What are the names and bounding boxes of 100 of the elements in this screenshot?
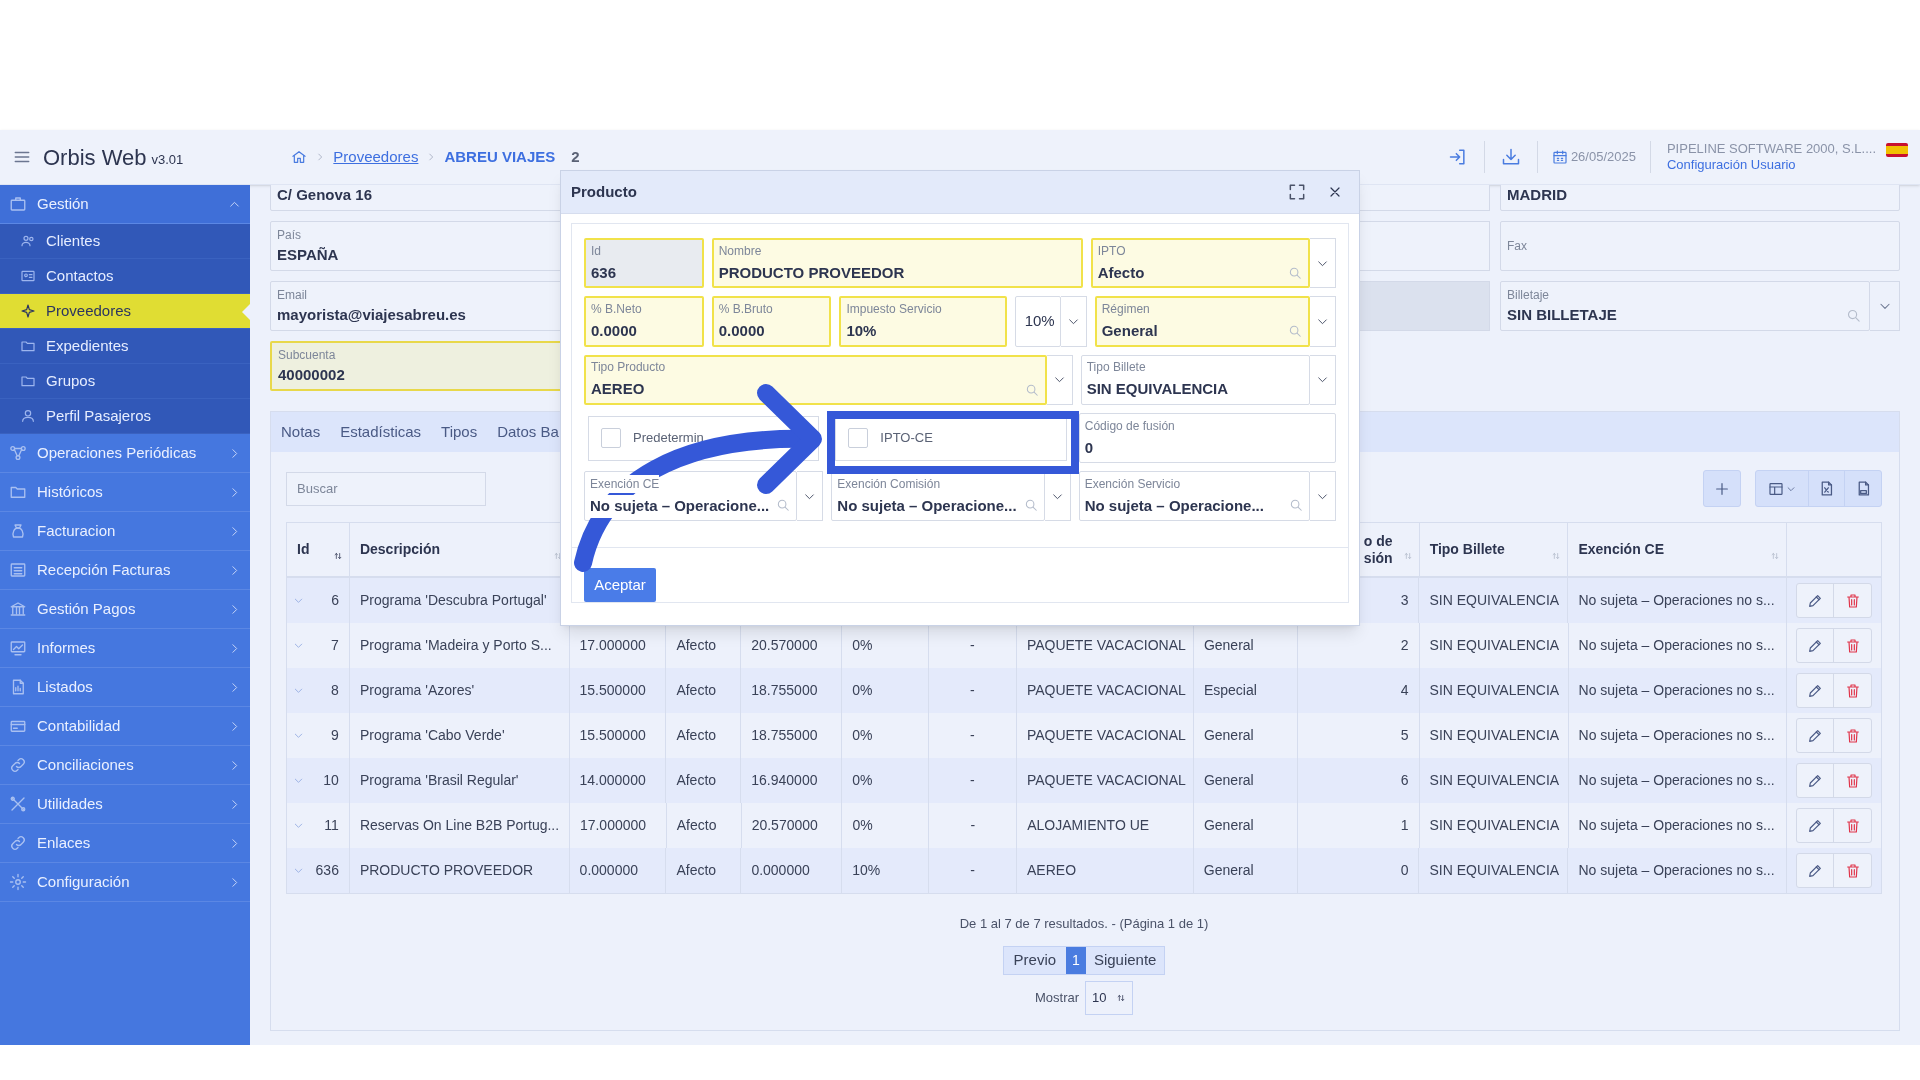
input-field[interactable]: Código de fusión 0 bbox=[1078, 412, 1336, 464]
home-icon[interactable] bbox=[291, 149, 308, 165]
input-field[interactable]: Exención Comisión No sujeta – Operacione... bbox=[831, 471, 1045, 522]
search-icon[interactable] bbox=[1023, 498, 1038, 513]
table-cell-text: General bbox=[1203, 816, 1254, 835]
chevron-down-icon[interactable] bbox=[293, 865, 304, 876]
table-cell-text: 0% bbox=[852, 681, 873, 700]
sidebar-item[interactable]: Grupos bbox=[0, 364, 250, 399]
input-field[interactable]: Nombre PRODUCTO PROVEEDOR bbox=[711, 238, 1083, 289]
page-size-select[interactable]: 10 bbox=[1085, 980, 1134, 1015]
user-icon bbox=[20, 408, 36, 424]
table-cell-text: - bbox=[970, 816, 976, 835]
pencil-icon bbox=[1807, 682, 1824, 699]
tab[interactable]: Datos Ba bbox=[497, 412, 559, 452]
column-header[interactable]: Descripción bbox=[359, 541, 441, 558]
input-field[interactable]: Tipo Producto AEREO bbox=[584, 354, 1047, 405]
plus-icon bbox=[1714, 480, 1730, 497]
search-icon[interactable] bbox=[1289, 498, 1303, 513]
version-label: v3.01 bbox=[151, 151, 184, 170]
input-field[interactable]: Impuesto Servicio 10% bbox=[839, 296, 1007, 347]
sign-in-icon[interactable] bbox=[1447, 147, 1468, 167]
table-cell-text: PRODUCTO PROVEEDOR bbox=[359, 861, 534, 880]
chevron-down-icon[interactable] bbox=[293, 820, 304, 831]
sort-icon[interactable] bbox=[332, 551, 343, 561]
input-field[interactable]: % B.Bruto 0.0000 bbox=[711, 296, 832, 347]
selection-pointer bbox=[242, 304, 250, 320]
column-header[interactable]: Tipo Billete bbox=[1429, 541, 1505, 558]
table-cell-text: - bbox=[970, 861, 975, 880]
chevron-down-icon[interactable] bbox=[293, 595, 304, 606]
table-cell-text: SIN EQUIVALENCIA bbox=[1429, 636, 1560, 655]
table-cell-text: No sujeta – Operaciones no s... bbox=[1578, 771, 1775, 790]
search-icon[interactable] bbox=[1288, 324, 1302, 339]
sidebar-item[interactable]: Clientes bbox=[0, 224, 250, 259]
search-icon[interactable] bbox=[1024, 382, 1039, 397]
sidebar-item[interactable]: Proveedores bbox=[0, 294, 250, 329]
input-field[interactable]: Tipo Billete SIN EQUIVALENCIA bbox=[1080, 354, 1310, 405]
input-field[interactable]: % B.Neto 0.0000 bbox=[584, 296, 704, 347]
add-button[interactable] bbox=[1703, 470, 1741, 507]
download-icon[interactable] bbox=[1500, 147, 1521, 167]
pencil-icon bbox=[1807, 817, 1824, 834]
input-field[interactable]: Id 636 bbox=[584, 238, 704, 289]
table-cell-text: Afecto bbox=[676, 816, 717, 835]
search-icon[interactable] bbox=[776, 498, 791, 513]
chevron-down-icon[interactable] bbox=[293, 640, 304, 651]
search-field[interactable]: Buscar bbox=[286, 471, 486, 506]
input-field[interactable]: IPTO Afecto bbox=[1090, 238, 1310, 289]
input-field[interactable]: Régimen General bbox=[1094, 296, 1310, 347]
sidebar-item[interactable]: Perfil Pasajeros bbox=[0, 399, 250, 434]
search-icon[interactable] bbox=[1846, 308, 1861, 323]
select-field[interactable]: 10% bbox=[1014, 296, 1061, 347]
nodes-icon bbox=[9, 444, 27, 462]
table-cell-text: 0% bbox=[852, 771, 873, 790]
tab[interactable]: Tipos bbox=[441, 412, 478, 452]
list-icon bbox=[9, 561, 27, 579]
sort-icon[interactable] bbox=[552, 551, 563, 561]
sidebar-item[interactable]: Expedientes bbox=[0, 329, 250, 364]
calendar-icon[interactable] bbox=[1551, 149, 1568, 165]
accept-button[interactable]: Aceptar bbox=[584, 568, 656, 602]
breadcrumb-link[interactable]: Proveedores bbox=[333, 145, 419, 169]
input-field[interactable]: Exención Servicio No sujeta – Operacione... bbox=[1078, 471, 1310, 522]
input-field[interactable]: Exención CE No sujeta – Operacione... bbox=[584, 471, 798, 522]
id-card-icon bbox=[20, 268, 36, 284]
chevron-down-icon[interactable] bbox=[293, 685, 304, 696]
tab[interactable]: Estadísticas bbox=[340, 412, 422, 452]
sidebar-item[interactable]: Gestión bbox=[0, 185, 250, 224]
table-cell-text: Afecto bbox=[676, 771, 717, 790]
table-cell-text: 15.500000 bbox=[579, 681, 646, 700]
user-settings-link[interactable]: Configuración Usuario bbox=[1666, 157, 1876, 173]
chevron-down-icon[interactable] bbox=[293, 775, 304, 786]
table-cell-text: 4 bbox=[1400, 681, 1409, 700]
table-cell-text: 0% bbox=[852, 636, 873, 655]
spain-flag-icon[interactable] bbox=[1886, 143, 1908, 157]
chevron-down-icon[interactable] bbox=[293, 730, 304, 741]
briefcase-icon bbox=[9, 195, 27, 213]
tab[interactable]: Notas bbox=[281, 412, 321, 452]
count-label: 2 bbox=[571, 146, 580, 167]
checkbox[interactable] bbox=[848, 428, 869, 449]
table-cell-text: PAQUETE VACACIONAL bbox=[1026, 771, 1186, 790]
checkbox[interactable] bbox=[601, 428, 621, 449]
table-cell-text: 16.940000 bbox=[751, 771, 818, 790]
previous-button[interactable]: Previo bbox=[1003, 946, 1067, 974]
input-field[interactable]: MADRID bbox=[1500, 185, 1900, 211]
table-cell-text: 18.755000 bbox=[751, 726, 818, 745]
next-button[interactable]: Siguiente bbox=[1085, 946, 1165, 974]
page-button[interactable]: 1 bbox=[1066, 946, 1086, 974]
column-header[interactable]: Id bbox=[297, 541, 310, 558]
table-cell-text: 2 bbox=[1400, 636, 1409, 655]
chart-icon bbox=[9, 639, 27, 657]
table-cell-text: 1 bbox=[1400, 816, 1409, 835]
trash-icon bbox=[1844, 727, 1861, 744]
input-field[interactable]: Billetaje SIN BILLETAJE bbox=[1500, 281, 1870, 331]
column-header[interactable]: Exención CE bbox=[1578, 541, 1665, 558]
expand-icon[interactable] bbox=[1287, 182, 1307, 202]
table-cell-text: 20.570000 bbox=[751, 636, 818, 655]
sidebar-item[interactable]: Contactos bbox=[0, 259, 250, 294]
table-cell-text: 18.755000 bbox=[751, 681, 818, 700]
table-cell-text: PAQUETE VACACIONAL bbox=[1026, 636, 1186, 655]
column-header[interactable]: o de sión bbox=[1363, 532, 1393, 567]
users-icon bbox=[20, 233, 36, 249]
search-icon[interactable] bbox=[1288, 266, 1302, 280]
